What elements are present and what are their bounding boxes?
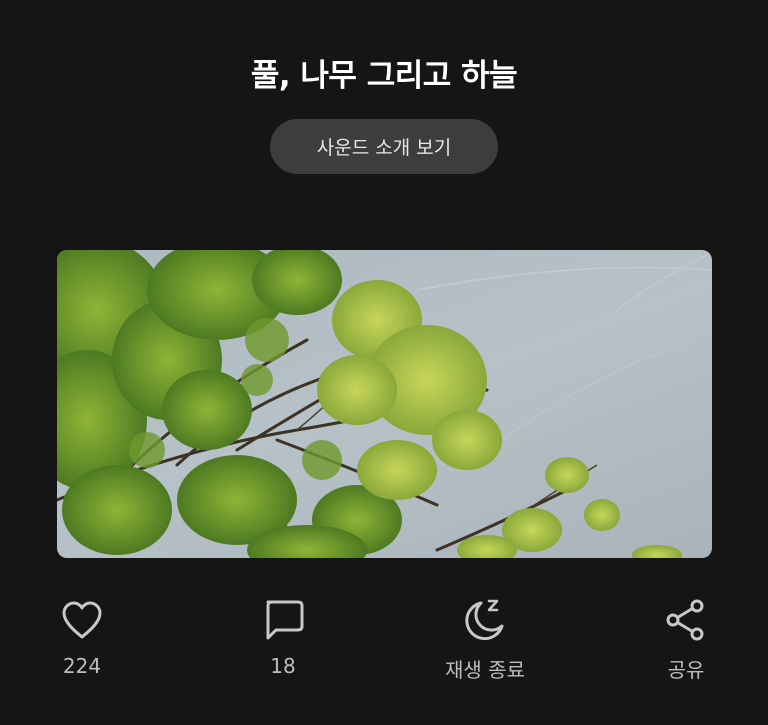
tree-canopy-illustration bbox=[57, 250, 712, 558]
share-icon[interactable] bbox=[662, 596, 710, 644]
sleep-timer-action[interactable]: 재생 종료 bbox=[425, 596, 545, 683]
sleep-timer-label: 재생 종료 bbox=[445, 658, 525, 682]
page-title: 풀, 나무 그리고 하늘 bbox=[250, 58, 518, 94]
share-action[interactable]: 공유 bbox=[626, 596, 746, 683]
sound-intro-button[interactable]: 사운드 소개 보기 bbox=[270, 119, 498, 174]
share-label: 공유 bbox=[667, 658, 705, 682]
comment-action[interactable]: 18 bbox=[223, 596, 343, 678]
comment-count: 18 bbox=[270, 654, 296, 678]
comment-icon[interactable] bbox=[259, 596, 307, 644]
like-count: 224 bbox=[62, 654, 102, 678]
heart-icon[interactable] bbox=[58, 596, 106, 644]
action-bar: 224 18 재생 종료 공유 bbox=[0, 596, 768, 696]
like-action[interactable]: 224 bbox=[22, 596, 142, 678]
cover-image bbox=[57, 250, 712, 558]
sleep-timer-icon[interactable] bbox=[461, 596, 509, 644]
